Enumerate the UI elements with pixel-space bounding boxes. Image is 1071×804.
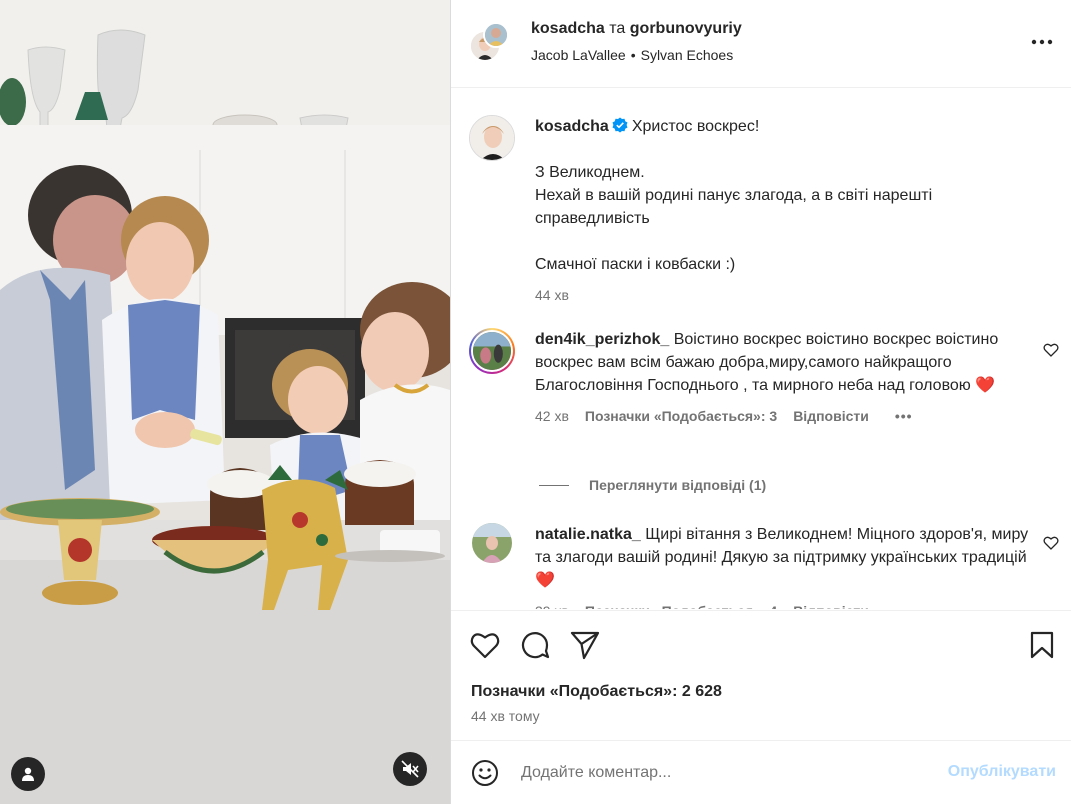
view-replies-button[interactable]: Переглянути відповіді (1) bbox=[539, 477, 766, 493]
avatar[interactable] bbox=[472, 523, 512, 563]
caption-line-1: Христос воскрес! bbox=[631, 118, 760, 135]
comment-username[interactable]: den4ik_perizhok_ bbox=[535, 331, 669, 348]
comment-meta: 39 хв Позначки «Подобається»: 4 Відповіс… bbox=[535, 600, 1035, 609]
share-button[interactable] bbox=[569, 629, 601, 661]
comment-body: natalie.natka_ Щирі вітання з Великоднем… bbox=[535, 523, 1035, 609]
caption-time[interactable]: 44 хв bbox=[535, 284, 569, 307]
comment-body: den4ik_perizhok_ Воістино воскрес воісти… bbox=[535, 328, 1035, 428]
heart-emoji: ❤️ bbox=[535, 572, 555, 589]
more-icon bbox=[1031, 39, 1053, 45]
comment-icon bbox=[521, 632, 550, 659]
user-icon bbox=[22, 767, 34, 781]
post-actions: Позначки «Подобається»: 2 628 44 хв тому bbox=[451, 610, 1071, 740]
music-track: Sylvan Echoes bbox=[640, 47, 734, 63]
author-link[interactable]: kosadcha bbox=[531, 20, 605, 37]
caption-username[interactable]: kosadcha bbox=[535, 118, 609, 135]
audio-attribution[interactable]: Jacob LaVallee • Sylvan Echoes bbox=[531, 47, 733, 63]
comment-composer: Опублікувати bbox=[451, 740, 1071, 804]
post-comment-button[interactable]: Опублікувати bbox=[948, 763, 1056, 781]
like-comment-heart-icon[interactable] bbox=[1043, 535, 1059, 551]
mute-button[interactable] bbox=[393, 752, 427, 786]
comment-more-button[interactable]: ••• bbox=[895, 405, 913, 428]
caption-meta: 44 хв bbox=[535, 284, 1035, 307]
coauthor-link[interactable]: gorbunovyuriy bbox=[630, 20, 742, 37]
heart-icon bbox=[470, 633, 500, 659]
author-connector: та bbox=[609, 20, 626, 37]
send-icon bbox=[570, 631, 600, 660]
like-comment-heart-icon[interactable] bbox=[1043, 342, 1059, 358]
comment-time[interactable]: 39 хв bbox=[535, 600, 569, 609]
comments-list[interactable]: kosadcha Христос воскрес! З Великоднем. Н… bbox=[451, 89, 1071, 609]
comment-time[interactable]: 42 хв bbox=[535, 405, 569, 428]
caption-line-3: Нехай в вашій родині панує злагода, а в … bbox=[535, 187, 933, 227]
comment-likes-count[interactable]: Позначки «Подобається»: 3 bbox=[585, 405, 777, 428]
caption-line-4: Смачної паски і ковбаски :) bbox=[535, 256, 736, 273]
verified-badge-icon bbox=[612, 117, 628, 133]
speaker-muted-icon bbox=[401, 760, 419, 778]
post-authors: kosadcha та gorbunovyuriy bbox=[531, 20, 742, 38]
likes-count[interactable]: Позначки «Подобається»: 2 628 bbox=[471, 683, 722, 701]
view-replies-label: Переглянути відповіді (1) bbox=[589, 477, 767, 493]
reply-button[interactable]: Відповісти bbox=[793, 405, 869, 428]
post-photo bbox=[0, 0, 450, 804]
post-details-panel: kosadcha та gorbunovyuriy Jacob LaVallee… bbox=[450, 0, 1071, 804]
post-timestamp[interactable]: 44 хв тому bbox=[471, 708, 540, 724]
avatar[interactable] bbox=[469, 115, 515, 161]
emoji-icon[interactable] bbox=[471, 759, 499, 787]
save-button[interactable] bbox=[1026, 629, 1058, 661]
comment-button[interactable] bbox=[519, 629, 551, 661]
caption-body: kosadcha Христос воскрес! З Великоднем. Н… bbox=[535, 115, 1035, 307]
tagged-users-button[interactable] bbox=[11, 757, 45, 791]
comment-meta: 42 хв Позначки «Подобається»: 3 Відповіс… bbox=[535, 405, 1035, 428]
reply-button[interactable]: Відповісти bbox=[793, 600, 869, 609]
comment-likes-count[interactable]: Позначки «Подобається»: 4 bbox=[585, 600, 777, 609]
caption-line-2: З Великоднем. bbox=[535, 164, 645, 181]
more-options-button[interactable] bbox=[1030, 30, 1054, 54]
comment-input[interactable] bbox=[521, 761, 931, 785]
bookmark-icon bbox=[1030, 631, 1054, 659]
music-artist: Jacob LaVallee bbox=[531, 47, 626, 63]
collab-avatars[interactable] bbox=[469, 22, 513, 66]
like-button[interactable] bbox=[469, 629, 501, 661]
avatar[interactable] bbox=[469, 328, 515, 374]
music-separator: • bbox=[630, 47, 636, 63]
avatar bbox=[483, 22, 509, 48]
post-media[interactable] bbox=[0, 0, 450, 804]
comment-username[interactable]: natalie.natka_ bbox=[535, 526, 641, 543]
post-header: kosadcha та gorbunovyuriy Jacob LaVallee… bbox=[451, 0, 1071, 88]
replies-divider bbox=[539, 484, 569, 486]
heart-emoji: ❤️ bbox=[975, 377, 996, 394]
